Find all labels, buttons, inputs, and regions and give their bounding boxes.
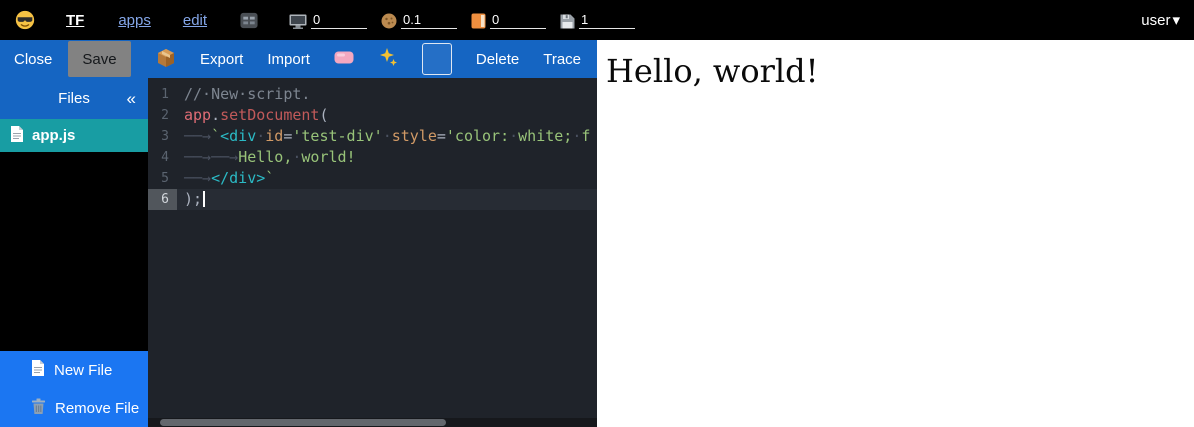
code-line[interactable]: ); [177,189,597,210]
files-panel-title: Files [58,90,90,107]
floppy-stat: 1 [560,11,635,29]
trace-button[interactable]: Trace [543,51,581,68]
cookie-stat: 0.1 [381,11,457,29]
code-token: ──→ [211,148,238,166]
code-token: ──→ [184,169,211,187]
floppy-icon [560,14,575,29]
code-editor[interactable]: 123456 //·New·script.app.setDocument(──→… [148,78,597,427]
code-token: · [256,127,265,145]
file-name: app.js [32,127,75,144]
code-token: ──→ [184,148,211,166]
book-stat-value[interactable]: 0 [490,11,546,29]
brand-link[interactable]: TF [66,12,84,29]
code-token: . [211,106,220,124]
code-line[interactable]: ──→`<div·id='test-div'·style='color:·whi… [177,126,597,147]
sidebar-buttons: Close Save [0,40,148,78]
save-button[interactable]: Save [68,41,130,77]
user-menu-label: user [1141,12,1170,29]
new-document-icon [31,360,45,380]
horizontal-scrollbar[interactable] [148,418,597,427]
blank-button[interactable] [422,43,452,75]
file-list-empty-area [0,152,148,351]
cookie-icon [381,13,397,29]
monitor-stat-value[interactable]: 0 [311,11,367,29]
code-token: · [509,127,518,145]
code-token: app [184,106,211,124]
code-token: //·New·script. [184,85,310,103]
soap-icon [334,51,354,68]
monitor-stat: 0 [289,11,367,29]
text-cursor [203,191,205,207]
remove-file-button[interactable]: Remove File [0,389,148,427]
code-token: world! [301,148,355,166]
code-line[interactable]: ──→──→Hello,·world! [177,147,597,168]
smiley-logo-icon[interactable] [14,9,36,31]
code-token: id [265,127,283,145]
code-token: ); [184,190,202,208]
code-token: white; [518,127,572,145]
orange-book-icon [471,13,486,29]
line-number: 3 [148,126,177,147]
collapse-sidebar-button[interactable]: « [127,78,136,119]
preview-text: Hello, world! [606,52,1194,90]
code-token: ──→ [184,127,211,145]
code-token: <div [220,127,256,145]
code-token: Hello, [238,148,292,166]
close-button[interactable]: Close [12,51,54,68]
code-token: f [581,127,590,145]
cookie-stat-value[interactable]: 0.1 [401,11,457,29]
scrollbar-thumb[interactable] [160,419,446,426]
code-area[interactable]: //·New·script.app.setDocument(──→`<div·i… [177,84,597,210]
sparkles-icon [378,47,398,71]
files-sidebar: Files « app.js New File [0,78,148,427]
nav-link-edit[interactable]: edit [183,12,207,29]
code-line[interactable]: //·New·script. [177,84,597,105]
line-number: 1 [148,84,177,105]
code-token: </div> [211,169,265,187]
line-number: 4 [148,147,177,168]
code-line[interactable]: ──→</div>` [177,168,597,189]
file-item-appjs[interactable]: app.js [0,119,148,152]
code-token: style [392,127,437,145]
code-token: ` [265,169,274,187]
remove-file-label: Remove File [55,400,139,417]
code-line[interactable]: app.setDocument( [177,105,597,126]
package-icon-button[interactable] [156,48,176,71]
book-stat: 0 [471,11,546,29]
code-token: · [383,127,392,145]
chevron-down-icon: ▾ [1172,11,1180,29]
code-token: setDocument [220,106,319,124]
preview-pane: Hello, world! [597,40,1194,427]
new-file-button[interactable]: New File [0,351,148,389]
top-bar: TF apps edit 0 [0,0,1194,40]
import-button[interactable]: Import [267,51,310,68]
package-icon [156,48,176,71]
monitor-icon [289,14,307,29]
floppy-stat-value[interactable]: 1 [579,11,635,29]
files-panel-header: Files « [0,78,148,119]
nav-link-apps[interactable]: apps [118,12,151,29]
delete-button[interactable]: Delete [476,51,519,68]
line-number: 2 [148,105,177,126]
code-token: ( [319,106,328,124]
code-token: ` [211,127,220,145]
code-token: 'test-div' [292,127,382,145]
control-panel-icon[interactable] [239,11,259,30]
code-token: = [437,127,446,145]
export-button[interactable]: Export [200,51,243,68]
line-number-gutter: 123456 [148,84,177,210]
document-icon [10,126,24,146]
editor-action-strip: Close Save Export Import [0,40,597,78]
line-number: 6 [148,189,177,210]
new-file-label: New File [54,362,112,379]
code-token: 'color: [446,127,509,145]
user-menu[interactable]: user ▾ [1141,11,1180,29]
sparkles-icon-button[interactable] [378,47,398,71]
soap-icon-button[interactable] [334,51,354,68]
toolbar: Export Import Delete Trace [148,40,597,78]
line-number: 5 [148,168,177,189]
trash-icon [31,398,46,418]
